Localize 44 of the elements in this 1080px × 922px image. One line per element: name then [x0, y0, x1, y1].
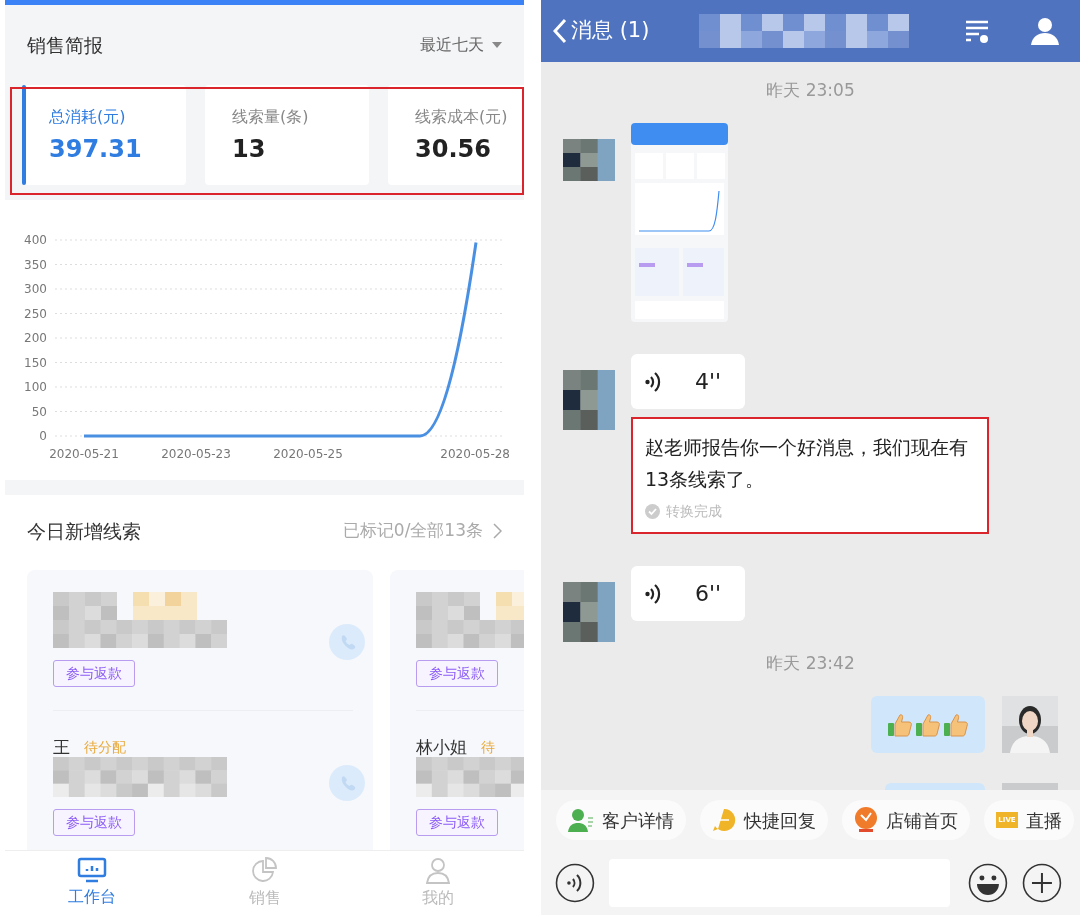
range-dropdown[interactable]: 最近七天: [420, 33, 502, 57]
transcript-status: 转换完成: [666, 502, 722, 521]
stat-label: 线索量(条): [232, 106, 310, 128]
axis-label: 50: [31, 404, 47, 419]
axis-label: 200: [24, 331, 47, 345]
back-button[interactable]: 消息 (1): [553, 15, 650, 47]
stat-label: 总消耗(元): [49, 106, 127, 128]
timestamp: 昨天 23:05: [766, 79, 855, 100]
stat-card[interactable]: 线索量(条) 13: [205, 85, 369, 185]
stat-value: 13: [232, 134, 267, 165]
axis-label: 100: [24, 380, 47, 394]
stat-label: 线索成本(元): [415, 106, 509, 128]
voice-message[interactable]: 6'': [631, 566, 746, 621]
quick-action-button[interactable]: 快捷回复: [700, 800, 828, 840]
voice-message[interactable]: 4'': [631, 354, 746, 409]
lead-status: 待分配: [84, 740, 126, 754]
lead-name: 林小姐: [416, 738, 467, 756]
lead-status: 待: [481, 740, 495, 754]
axis-label: 0: [39, 429, 47, 443]
stat-card[interactable]: 总消耗(元) 397.31: [22, 85, 186, 185]
transcript-text: 赵老师报告你一个好消息，我们现在有13条线索了。: [645, 435, 969, 492]
axis-label: 250: [24, 306, 47, 321]
axis-label: 400: [24, 233, 47, 247]
axis-label: 300: [24, 282, 47, 296]
axis-label: 350: [24, 257, 47, 272]
axis-label: 2020-05-23: [161, 447, 231, 461]
lead-name: 王: [53, 738, 70, 756]
axis-label: 150: [24, 355, 47, 370]
axis-label: 2020-05-28: [440, 447, 510, 461]
lead-tag: 参与返款: [53, 809, 135, 836]
nav-tab[interactable]: 工作台: [5, 851, 178, 915]
lead-tag: 参与返款: [416, 660, 498, 687]
axis-label: 2020-05-21: [49, 447, 119, 461]
section-title: 今日新增线索: [27, 518, 141, 544]
quick-action-button[interactable]: 店铺首页: [842, 800, 970, 840]
stat-value: 397.31: [49, 134, 143, 165]
stat-value: 30.56: [415, 134, 492, 165]
timestamp: 昨天 23:42: [766, 652, 855, 673]
axis-label: 2020-05-25: [273, 447, 343, 461]
lead-tag: 参与返款: [53, 660, 135, 687]
lead-tag: 参与返款: [416, 809, 498, 836]
section-title: 销售简报: [27, 32, 103, 58]
quick-action-button[interactable]: 客户详情: [556, 800, 686, 840]
stat-card[interactable]: 线索成本(元) 30.56: [388, 85, 524, 185]
